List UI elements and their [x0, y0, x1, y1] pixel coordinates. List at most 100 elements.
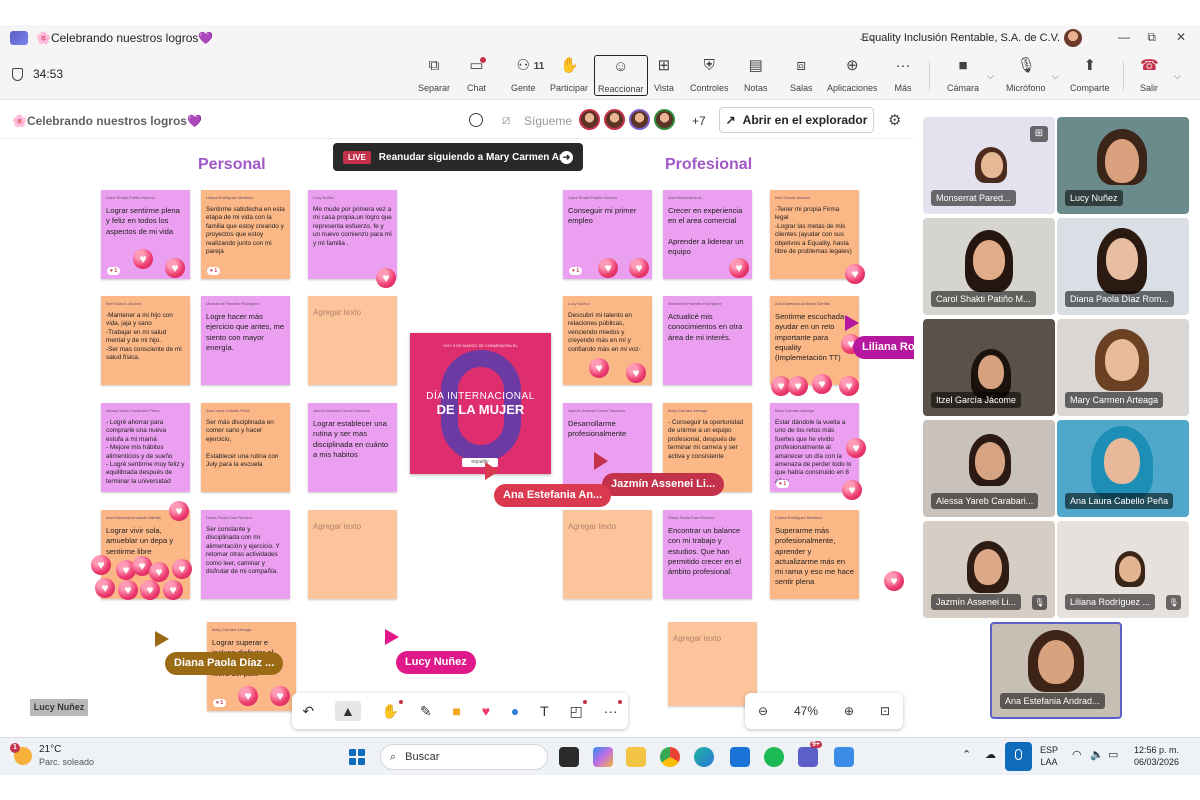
- participant-tile[interactable]: Jazmín Assenei Li... 🎙: [923, 521, 1055, 618]
- clock[interactable]: 12:56 p. m. 06/03/2026: [1134, 744, 1179, 768]
- share-button[interactable]: ⬆ Comparte: [1070, 57, 1110, 93]
- notepad-icon[interactable]: [834, 747, 854, 767]
- timer-icon[interactable]: [469, 113, 483, 127]
- microphone-button[interactable]: 🎙 Micrófono: [1006, 57, 1046, 93]
- sticky-note[interactable]: Ana Laura Cabello Peña Ser más disciplina…: [201, 403, 290, 492]
- microphone-options-chevron-icon[interactable]: ⌵: [1052, 71, 1059, 82]
- empty-sticky-note[interactable]: Agregar texto: [668, 622, 757, 706]
- windows-start-icon[interactable]: [349, 749, 365, 765]
- shapes-icon[interactable]: ◰: [569, 699, 587, 720]
- select-pointer-icon[interactable]: ▲: [334, 701, 361, 721]
- minimize-icon[interactable]: —: [1118, 30, 1130, 44]
- teams-apps-icon[interactable]: [10, 31, 28, 45]
- zoom-out-icon[interactable]: ⊖: [758, 704, 768, 718]
- controls-button[interactable]: ⛨ Controles: [690, 57, 729, 93]
- edge-icon[interactable]: [694, 747, 714, 767]
- undo-icon[interactable]: ↶: [302, 703, 314, 720]
- teams-icon[interactable]: 9+: [798, 741, 822, 767]
- task-view-icon[interactable]: [559, 747, 579, 767]
- sticky-note[interactable]: Itzel García Jácome -Mantener a mi hijo c…: [101, 296, 190, 385]
- participant-tile[interactable]: Ana Laura Cabello Peña: [1057, 420, 1189, 517]
- view-button[interactable]: ⊞ Vista: [654, 57, 674, 93]
- empty-sticky-note[interactable]: Agregar texto: [308, 296, 397, 385]
- sticky-note[interactable]: Liliana Rodriguez Martinez Sentirme satis…: [201, 190, 290, 279]
- participant-tile-active[interactable]: Ana Estefania Andrad...: [990, 622, 1122, 719]
- rooms-button[interactable]: ⧈ Salas: [790, 57, 813, 93]
- separar-button[interactable]: ⧉ Separar: [418, 57, 450, 93]
- participant-tile[interactable]: Lucy Nuñez: [1057, 117, 1189, 214]
- more-tools-icon[interactable]: ···: [604, 700, 622, 719]
- note-reaction[interactable]: ♥ 1: [107, 267, 121, 275]
- comment-icon[interactable]: ●: [511, 703, 519, 719]
- sticky-note[interactable]: Diana Paola Díaz Romero Ser constante y d…: [201, 510, 290, 599]
- input-language[interactable]: ESP LAA: [1040, 744, 1058, 768]
- note-reaction[interactable]: ♥ 1: [207, 267, 221, 275]
- sticky-note[interactable]: Itzel Garcia Jácome -Tener mi propia Firm…: [770, 190, 859, 279]
- copilot-icon[interactable]: [593, 747, 613, 767]
- volume-icon[interactable]: 🔈: [1090, 749, 1104, 761]
- open-in-browser-button[interactable]: ↗ Abrir en el explorador: [719, 107, 874, 133]
- womens-day-poster[interactable]: HOY 8 DE MARZO SE CONMEMORA EL DÍA INTER…: [410, 333, 551, 474]
- account-avatar[interactable]: [1064, 29, 1082, 47]
- gallery-layout-icon[interactable]: ⊞: [1030, 126, 1048, 142]
- microphone-in-use-icon[interactable]: [1005, 742, 1032, 771]
- react-button[interactable]: ☺ Reaccionar: [594, 55, 648, 96]
- weather-widget[interactable]: 1 21°C Parc. soleado: [10, 743, 94, 767]
- sticky-note[interactable]: Monserrat Paredes Rodriguez Logre hacer m…: [201, 296, 290, 385]
- hand-pan-icon[interactable]: ✋: [382, 699, 404, 720]
- sticky-note[interactable]: Lucy Nuñez Me mude por primera vez a mi c…: [308, 190, 397, 279]
- restore-icon[interactable]: ⧉: [1147, 30, 1156, 45]
- apps-button[interactable]: ⊕ Aplicaciones: [827, 57, 878, 93]
- whiteboard-canvas[interactable]: Personal Profesional LIVE Reanudar sigui…: [0, 140, 914, 736]
- more-button[interactable]: ··· Más: [894, 57, 912, 93]
- note-reaction[interactable]: ♥ 1: [213, 699, 227, 707]
- notes-button[interactable]: ▤ Notas: [744, 57, 768, 93]
- sticky-note[interactable]: Jazmín Assenei Limón Saucedo Lograr estab…: [308, 403, 397, 492]
- avatar[interactable]: [629, 109, 650, 130]
- leave-options-chevron-icon[interactable]: ⌵: [1174, 71, 1181, 82]
- follow-me-button[interactable]: Sígueme: [524, 114, 572, 128]
- empty-sticky-note[interactable]: Agregar texto: [308, 510, 397, 599]
- avatar[interactable]: [654, 109, 675, 130]
- sticky-note[interactable]: Alessa Yareb Carabarin Pérez - Logré ahor…: [101, 403, 190, 492]
- camera-options-chevron-icon[interactable]: ⌵: [987, 71, 994, 82]
- note-reaction[interactable]: ♥ 1: [776, 480, 790, 488]
- participant-tile[interactable]: Liliana Rodríguez ... 🎙: [1057, 521, 1189, 618]
- close-icon[interactable]: ✕: [1176, 30, 1186, 44]
- text-icon[interactable]: T: [540, 703, 549, 719]
- follow-icon[interactable]: ⧄: [502, 112, 510, 128]
- taskbar-search[interactable]: ⌕ Buscar: [380, 744, 548, 770]
- participant-tile[interactable]: Carol Shakti Patiño M...: [923, 218, 1055, 315]
- spotify-icon[interactable]: [764, 747, 784, 767]
- battery-icon[interactable]: ▭: [1108, 749, 1118, 761]
- raise-hand-button[interactable]: ✋ Participar: [550, 57, 588, 93]
- pen-icon[interactable]: ✎: [420, 703, 432, 720]
- wifi-icon[interactable]: ◠: [1072, 749, 1082, 761]
- file-explorer-icon[interactable]: [626, 747, 646, 767]
- leave-button[interactable]: ☎ Salir: [1140, 57, 1159, 93]
- people-button[interactable]: ⚇ 11 Gente: [511, 57, 544, 93]
- sticky-note-icon[interactable]: ■: [452, 703, 460, 719]
- empty-sticky-note[interactable]: Agregar texto: [563, 510, 652, 599]
- note-reaction[interactable]: ♥ 1: [569, 267, 583, 275]
- participant-tile[interactable]: Diana Paola Díaz Rom...: [1057, 218, 1189, 315]
- fit-to-screen-icon[interactable]: ⊡: [880, 704, 890, 718]
- sticky-note[interactable]: Diana Paola Díaz Romero Encontrar un bala…: [663, 510, 752, 599]
- participant-tile[interactable]: Itzel García Jácome: [923, 319, 1055, 416]
- avatar[interactable]: [579, 109, 600, 130]
- participant-tile[interactable]: Alessa Yareb Carabari...: [923, 420, 1055, 517]
- settings-gear-icon[interactable]: ⚙: [888, 111, 901, 129]
- participant-tile[interactable]: Mary Carmen Arteaga: [1057, 319, 1189, 416]
- chat-button[interactable]: ▭ Chat: [467, 57, 486, 93]
- outlook-icon[interactable]: [730, 747, 750, 767]
- sticky-note[interactable]: Liliana Rodriguez Martinez Superarme más …: [770, 510, 859, 599]
- resume-following-banner[interactable]: LIVE Reanudar siguiendo a Mary Carmen Ar…: [333, 143, 583, 171]
- more-collaborators-count[interactable]: +7: [692, 114, 706, 128]
- collaborator-avatars[interactable]: [579, 109, 675, 130]
- onedrive-cloud-icon[interactable]: ☁: [985, 749, 996, 761]
- show-hidden-icons-chevron-icon[interactable]: ⌃: [962, 749, 971, 761]
- avatar[interactable]: [604, 109, 625, 130]
- chrome-icon[interactable]: [660, 747, 680, 767]
- zoom-in-icon[interactable]: ⊕: [844, 704, 854, 718]
- heart-reaction-icon[interactable]: ♥: [482, 703, 490, 719]
